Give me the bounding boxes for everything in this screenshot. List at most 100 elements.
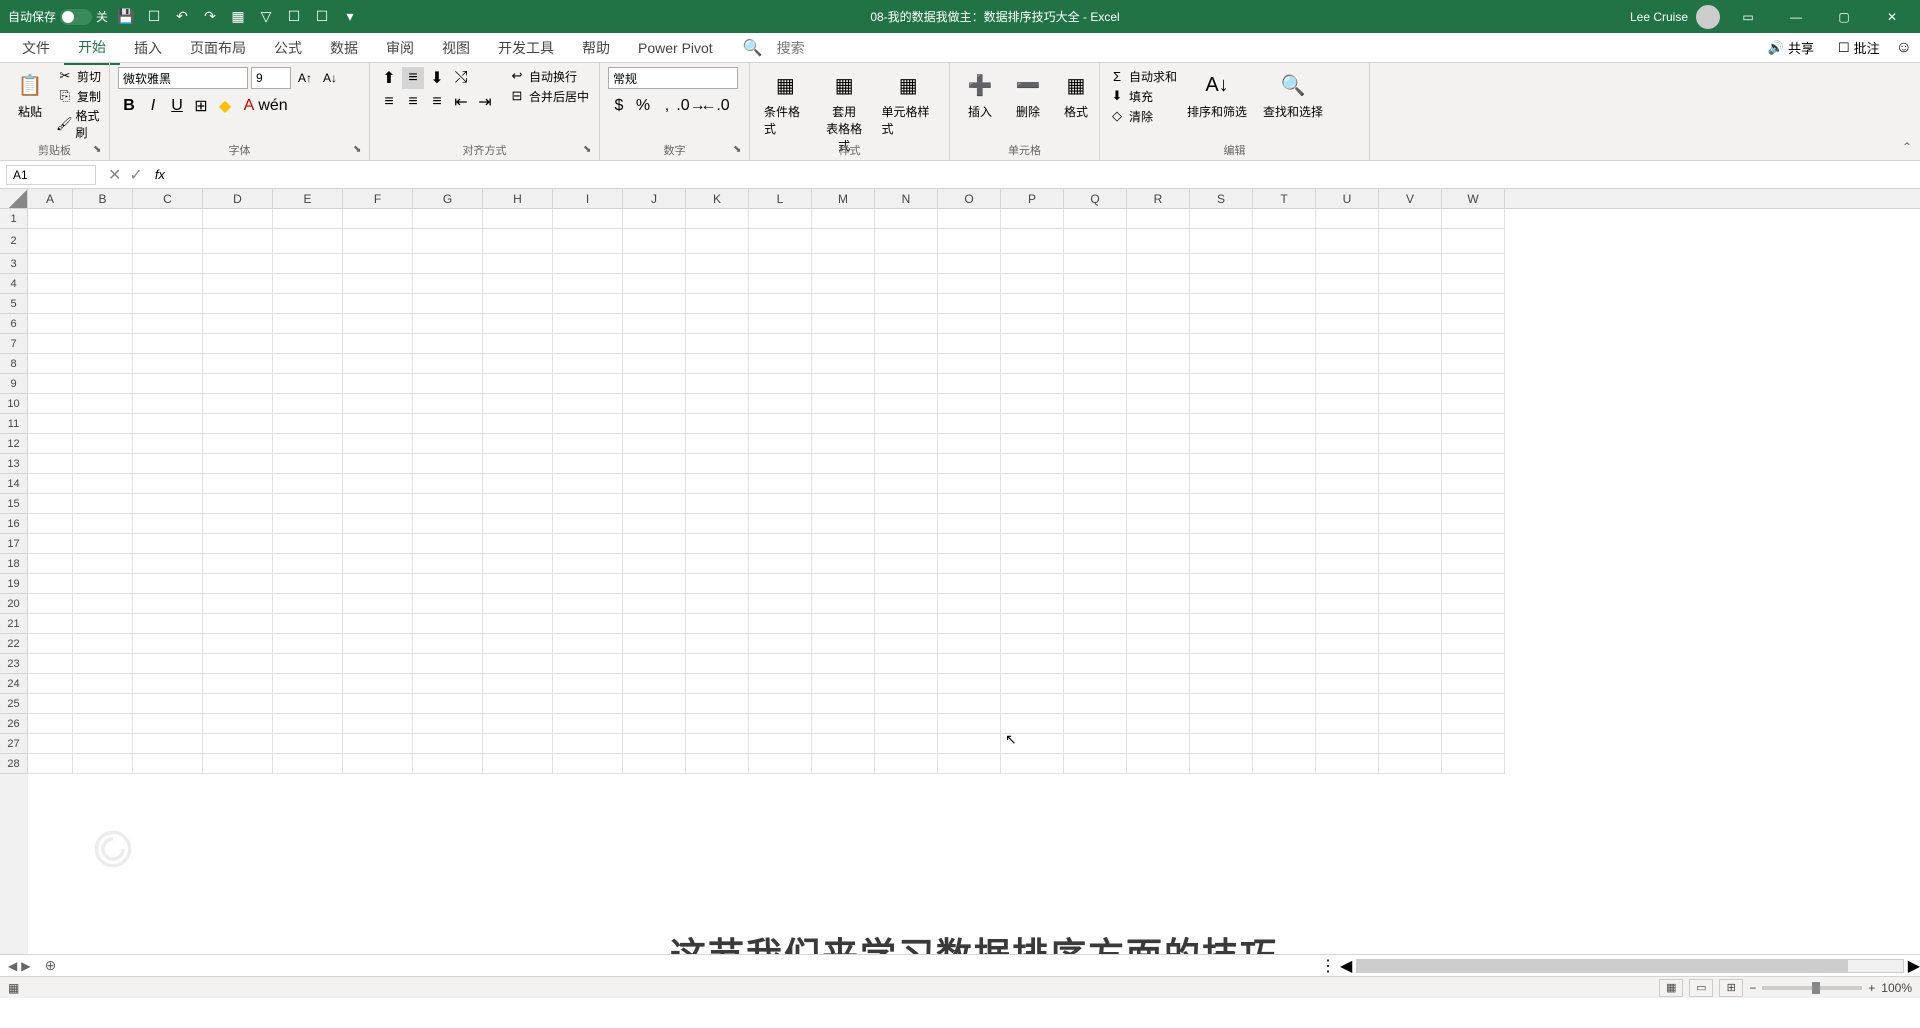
cell[interactable]	[1127, 594, 1190, 614]
cell[interactable]	[133, 534, 203, 554]
maximize-icon[interactable]: ▢	[1824, 3, 1864, 31]
cell[interactable]	[1442, 209, 1505, 229]
wrap-text-button[interactable]: ↩自动换行	[508, 67, 589, 85]
cell[interactable]	[483, 394, 553, 414]
col-header-J[interactable]: J	[623, 189, 686, 208]
cell[interactable]	[1190, 374, 1253, 394]
cell[interactable]	[203, 634, 273, 654]
cell[interactable]	[73, 474, 133, 494]
cell[interactable]	[1064, 209, 1127, 229]
cell[interactable]	[413, 274, 483, 294]
cell[interactable]	[133, 254, 203, 274]
cell[interactable]	[413, 554, 483, 574]
cell[interactable]	[749, 534, 812, 554]
row-header[interactable]: 11	[0, 414, 28, 434]
cell[interactable]	[1001, 674, 1064, 694]
cell[interactable]	[1190, 654, 1253, 674]
cell[interactable]	[1127, 229, 1190, 254]
row-header[interactable]: 2	[0, 229, 28, 254]
cell[interactable]	[203, 714, 273, 734]
cell-style-button[interactable]: ▦单元格样式	[876, 67, 941, 139]
cell[interactable]	[1253, 714, 1316, 734]
cell[interactable]	[812, 594, 875, 614]
smiley-icon[interactable]: ☺	[1896, 39, 1912, 57]
col-header-Q[interactable]: Q	[1064, 189, 1127, 208]
cell[interactable]	[73, 314, 133, 334]
cell[interactable]	[1379, 514, 1442, 534]
cell[interactable]	[133, 614, 203, 634]
cell[interactable]	[1190, 454, 1253, 474]
cell[interactable]	[413, 534, 483, 554]
cell[interactable]	[553, 754, 623, 774]
cell[interactable]	[553, 374, 623, 394]
cell[interactable]	[343, 614, 413, 634]
hscroll-bar[interactable]	[1356, 959, 1903, 973]
tab-layout[interactable]: 页面布局	[176, 32, 260, 64]
cell[interactable]	[28, 734, 73, 754]
cell[interactable]	[1253, 694, 1316, 714]
cell[interactable]	[343, 734, 413, 754]
cell[interactable]	[749, 314, 812, 334]
cell[interactable]	[483, 634, 553, 654]
cell[interactable]	[203, 474, 273, 494]
cell[interactable]	[1001, 374, 1064, 394]
cell[interactable]	[812, 574, 875, 594]
cell[interactable]	[749, 654, 812, 674]
cell[interactable]	[203, 229, 273, 254]
cell[interactable]	[749, 254, 812, 274]
row-header[interactable]: 17	[0, 534, 28, 554]
cell[interactable]	[1190, 474, 1253, 494]
row-header[interactable]: 1	[0, 209, 28, 229]
cell[interactable]	[1001, 514, 1064, 534]
cell[interactable]	[203, 394, 273, 414]
cell[interactable]	[73, 654, 133, 674]
cell[interactable]	[1001, 694, 1064, 714]
cell[interactable]	[686, 254, 749, 274]
cell[interactable]	[483, 674, 553, 694]
cell[interactable]	[1190, 674, 1253, 694]
cell[interactable]	[875, 394, 938, 414]
cell[interactable]	[1127, 634, 1190, 654]
cell[interactable]	[1379, 594, 1442, 614]
col-header-O[interactable]: O	[938, 189, 1001, 208]
cell[interactable]	[1442, 554, 1505, 574]
col-header-S[interactable]: S	[1190, 189, 1253, 208]
cell[interactable]	[1064, 734, 1127, 754]
cell[interactable]	[1316, 694, 1379, 714]
cell[interactable]	[273, 514, 343, 534]
format-button[interactable]: ▦格式	[1054, 67, 1098, 122]
cell[interactable]	[686, 634, 749, 654]
cell[interactable]	[273, 674, 343, 694]
add-sheet-button[interactable]: ⊕	[38, 957, 62, 974]
bold-button[interactable]: B	[118, 95, 140, 117]
cell[interactable]	[875, 714, 938, 734]
cell[interactable]	[413, 654, 483, 674]
cell[interactable]	[812, 474, 875, 494]
cell[interactable]	[73, 209, 133, 229]
cell[interactable]	[686, 534, 749, 554]
cell[interactable]	[553, 554, 623, 574]
cell[interactable]	[1127, 414, 1190, 434]
launcher-icon[interactable]: ⬊	[733, 144, 747, 158]
cell[interactable]	[203, 414, 273, 434]
align-bottom-icon[interactable]: ⬇	[426, 67, 448, 89]
cell[interactable]	[133, 454, 203, 474]
cell[interactable]	[875, 209, 938, 229]
cell[interactable]	[938, 229, 1001, 254]
cell[interactable]	[1064, 314, 1127, 334]
cell[interactable]	[413, 454, 483, 474]
tab-help[interactable]: 帮助	[568, 32, 624, 64]
row-header[interactable]: 24	[0, 674, 28, 694]
dec-decimal-icon[interactable]: ←.0	[704, 95, 726, 117]
cell[interactable]	[1316, 229, 1379, 254]
orientation-icon[interactable]: ⤭	[450, 67, 472, 89]
cell[interactable]	[1127, 554, 1190, 574]
col-header-G[interactable]: G	[413, 189, 483, 208]
cell[interactable]	[812, 414, 875, 434]
cell[interactable]	[938, 514, 1001, 534]
cell[interactable]	[1127, 614, 1190, 634]
cell[interactable]	[1064, 274, 1127, 294]
cell[interactable]	[1127, 514, 1190, 534]
cell[interactable]	[686, 494, 749, 514]
cell[interactable]	[1127, 274, 1190, 294]
